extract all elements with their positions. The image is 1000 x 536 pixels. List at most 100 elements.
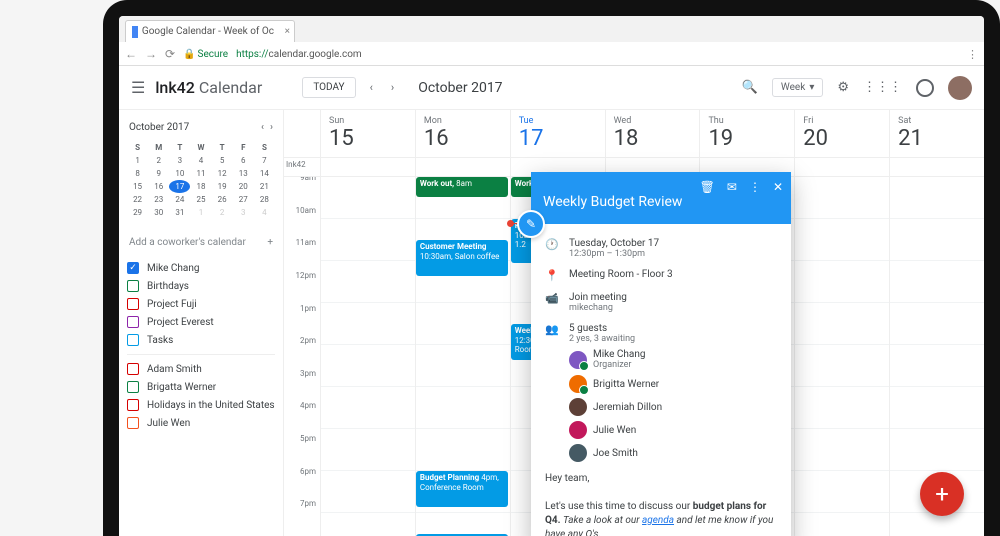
mini-next-icon[interactable]: › [270,122,273,133]
mini-cal-day[interactable]: 6 [233,154,254,167]
calendar-item[interactable]: Tasks [127,334,275,346]
day-header[interactable]: Mon16 [415,110,510,157]
mini-cal-day[interactable]: 27 [233,193,254,206]
guest-row[interactable]: Mike ChangOrganizer [569,349,777,370]
plus-icon[interactable]: + [267,237,273,248]
calendar-checkbox[interactable] [127,399,139,411]
calendar-item[interactable]: Project Fuji [127,298,275,310]
mini-cal-day[interactable]: 5 [212,154,233,167]
close-tab-icon[interactable]: × [285,26,290,37]
prev-period-icon[interactable]: ‹ [366,81,377,94]
create-event-fab[interactable]: + [920,472,964,516]
apps-grid-icon[interactable]: ⋮⋮⋮ [863,80,902,95]
calendar-item[interactable]: Brigatta Werner [127,381,275,393]
mini-cal-day[interactable]: 14 [254,167,275,180]
day-header[interactable]: Wed18 [605,110,700,157]
calendar-item[interactable]: ✓Mike Chang [127,262,275,274]
mini-cal-day[interactable]: 4 [254,206,275,219]
agenda-link[interactable]: agenda [642,515,674,526]
mini-cal-day[interactable]: 7 [254,154,275,167]
mini-cal-day[interactable]: 20 [233,180,254,193]
close-icon[interactable]: ✕ [773,180,783,194]
mini-cal-day[interactable]: 18 [190,180,211,193]
mini-cal-day[interactable]: 9 [148,167,169,180]
calendar-checkbox[interactable] [127,363,139,375]
day-header[interactable]: Fri20 [794,110,889,157]
mini-cal-day[interactable]: 10 [169,167,190,180]
allday-cell[interactable] [415,158,510,176]
mini-cal-day[interactable]: 3 [233,206,254,219]
mini-cal-day[interactable]: 25 [190,193,211,206]
calendar-checkbox[interactable] [127,316,139,328]
day-column[interactable] [320,177,415,536]
view-selector[interactable]: Week ▾ [772,78,823,97]
add-calendar-row[interactable]: Add a coworker's calendar+ [127,233,275,252]
mini-cal-day[interactable]: 15 [127,180,148,193]
mini-cal-day[interactable]: 13 [233,167,254,180]
guest-row[interactable]: Brigitta Werner [569,375,777,393]
calendar-event[interactable]: Budget Planning 4pm, Conference Room [416,471,508,507]
mini-cal-day[interactable]: 8 [127,167,148,180]
mini-cal-day[interactable]: 2 [148,154,169,167]
allday-cell[interactable] [889,158,984,176]
day-header[interactable]: Sun15 [320,110,415,157]
day-column[interactable]: Work out, 8am Customer Meeting 10:30am, S… [415,177,510,536]
calendar-event[interactable]: Customer Meeting 10:30am, Salon coffee [416,240,508,276]
mini-cal-day[interactable]: 4 [190,154,211,167]
search-icon[interactable]: 🔍 [742,80,758,95]
mini-cal-day[interactable]: 2 [212,206,233,219]
mini-cal-day[interactable]: 11 [190,167,211,180]
mini-prev-icon[interactable]: ‹ [261,122,264,133]
calendar-checkbox[interactable] [127,417,139,429]
day-header[interactable]: Tue17 [510,110,605,157]
user-avatar[interactable] [948,76,972,100]
day-header[interactable]: Sat21 [889,110,984,157]
guest-row[interactable]: Julie Wen [569,421,777,439]
mini-calendar[interactable]: SMTWTFS123456789101112131415161718192021… [127,141,275,219]
day-column[interactable] [794,177,889,536]
reload-icon[interactable]: ⟳ [165,47,175,61]
calendar-item[interactable]: Julie Wen [127,417,275,429]
back-icon[interactable]: ← [125,47,137,61]
browser-menu-icon[interactable]: ⋮ [967,48,978,61]
mini-cal-day[interactable]: 29 [127,206,148,219]
calendar-checkbox[interactable] [127,280,139,292]
guest-row[interactable]: Joe Smith [569,444,777,462]
email-icon[interactable]: ✉ [727,180,737,194]
calendar-checkbox[interactable] [127,381,139,393]
mini-cal-day[interactable]: 28 [254,193,275,206]
mini-cal-day[interactable]: 31 [169,206,190,219]
mini-cal-day[interactable]: 21 [254,180,275,193]
mini-cal-day[interactable]: 23 [148,193,169,206]
next-period-icon[interactable]: › [387,81,398,94]
mini-cal-day[interactable]: 3 [169,154,190,167]
mini-cal-day[interactable]: 24 [169,193,190,206]
edit-event-button[interactable]: ✎ [517,210,545,238]
settings-icon[interactable]: ⚙ [837,80,849,95]
calendar-event[interactable]: Work out, 8am [416,177,508,197]
calendar-item[interactable]: Holidays in the United States [127,399,275,411]
forward-icon[interactable]: → [145,47,157,61]
mini-cal-day[interactable]: 1 [190,206,211,219]
guest-row[interactable]: Jeremiah Dillon [569,398,777,416]
mini-cal-day[interactable]: 1 [127,154,148,167]
calendar-item[interactable]: Birthdays [127,280,275,292]
join-meeting-link[interactable]: Join meeting [569,292,777,303]
allday-cell[interactable] [794,158,889,176]
more-icon[interactable]: ⋮ [749,180,761,194]
calendar-item[interactable]: Adam Smith [127,363,275,375]
calendar-checkbox[interactable]: ✓ [127,262,139,274]
mini-cal-day[interactable]: 26 [212,193,233,206]
menu-icon[interactable]: ☰ [131,78,145,97]
calendar-checkbox[interactable] [127,334,139,346]
mini-cal-day[interactable]: 30 [148,206,169,219]
notifications-icon[interactable] [916,79,934,97]
browser-tab[interactable]: Google Calendar - Week of Oc × [125,20,295,42]
day-header[interactable]: Thu19 [699,110,794,157]
mini-cal-day[interactable]: 17 [169,180,190,193]
mini-cal-day[interactable]: 16 [148,180,169,193]
delete-icon[interactable]: 🗑 [700,180,715,194]
mini-cal-day[interactable]: 12 [212,167,233,180]
calendar-item[interactable]: Project Everest [127,316,275,328]
calendar-checkbox[interactable] [127,298,139,310]
